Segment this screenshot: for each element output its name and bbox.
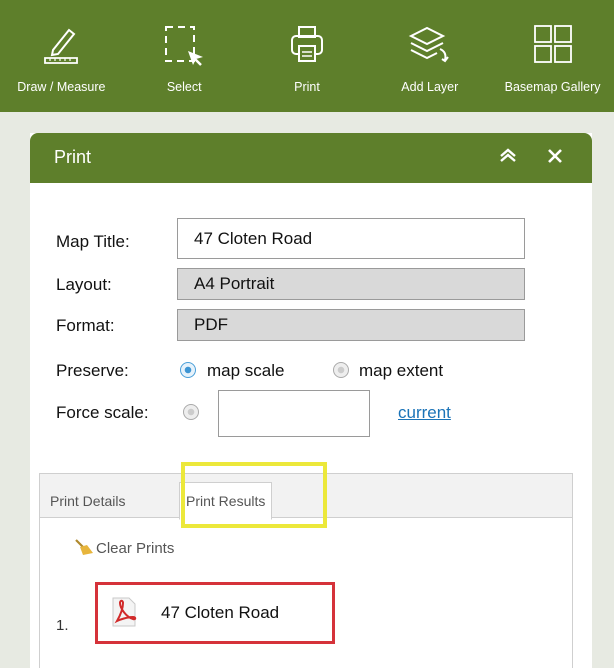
map-title-label: Map Title: <box>56 232 130 251</box>
add-layer-button[interactable]: Add Layer <box>368 0 491 112</box>
select-label: Select <box>166 80 202 94</box>
print-tabs: Print Details Print Results Clear Prints… <box>39 462 573 668</box>
print-result-item[interactable]: 47 Cloten Road <box>95 582 335 644</box>
force-scale-radio[interactable] <box>183 404 199 420</box>
map-scale-label: map scale <box>207 361 285 380</box>
draw-measure-label: Draw / Measure <box>17 80 106 94</box>
force-scale-label: Force scale: <box>56 403 149 422</box>
map-title-input[interactable]: 47 Cloten Road <box>177 218 525 259</box>
print-result-name[interactable]: 47 Cloten Road <box>161 603 279 623</box>
result-number: 1. <box>56 617 69 634</box>
map-scale-radio[interactable] <box>180 362 196 378</box>
top-toolbar: Draw / Measure Select Print Add Layer Ba… <box>0 0 614 112</box>
broom-icon[interactable] <box>74 538 94 556</box>
preserve-label: Preserve: <box>56 361 129 380</box>
layers-icon <box>408 26 449 63</box>
select-cursor-icon <box>165 26 204 66</box>
print-panel: Print Map Title: 47 Cloten Road Layout: … <box>30 133 592 668</box>
tab-highlight <box>181 462 327 528</box>
print-label: Print <box>294 80 320 94</box>
basemap-gallery-label: Basemap Gallery <box>504 80 601 94</box>
map-extent-label: map extent <box>359 361 444 380</box>
format-label: Format: <box>56 316 115 335</box>
add-layer-label: Add Layer <box>401 80 459 94</box>
clear-prints-button[interactable]: Clear Prints <box>96 540 174 557</box>
select-button[interactable]: Select <box>123 0 246 112</box>
panel-title: Print <box>54 147 92 167</box>
close-icon[interactable] <box>546 143 564 173</box>
layout-select[interactable]: A4 Portrait <box>177 268 525 300</box>
grid-icon <box>533 25 572 63</box>
tab-print-details[interactable]: Print Details <box>44 486 131 517</box>
format-select[interactable]: PDF <box>177 309 525 341</box>
basemap-gallery-button[interactable]: Basemap Gallery <box>491 0 614 112</box>
pencil-ruler-icon <box>44 28 79 64</box>
current-scale-link[interactable]: current <box>398 403 451 423</box>
print-panel-header: Print <box>30 133 592 183</box>
draw-measure-button[interactable]: Draw / Measure <box>0 0 123 112</box>
force-scale-input[interactable] <box>218 390 370 437</box>
double-chevron-up-icon[interactable] <box>498 143 518 173</box>
map-extent-radio[interactable] <box>333 362 349 378</box>
pdf-icon <box>112 597 137 627</box>
printer-icon <box>290 26 323 62</box>
layout-label: Layout: <box>56 275 112 294</box>
print-button[interactable]: Print <box>246 0 369 112</box>
